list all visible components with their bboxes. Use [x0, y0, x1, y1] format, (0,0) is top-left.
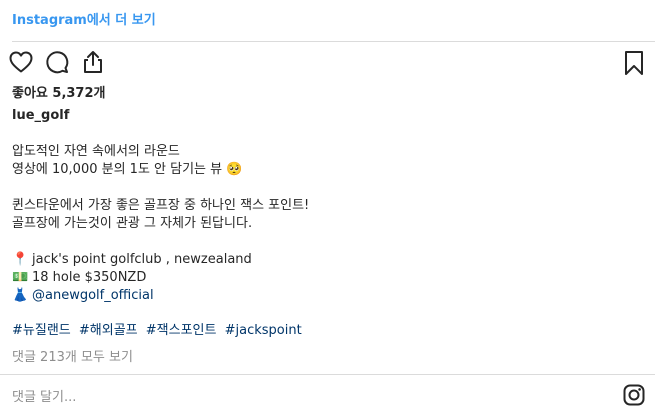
hashtags: #뉴질랜드 #해외골프 #잭스포인트 #jackspoint [12, 322, 306, 340]
caption-line: 퀸스타운에서 가장 좋은 골프장 중 하나인 잭스 포인트! [12, 198, 310, 213]
price-text: 18 hole $350NZD [32, 270, 147, 285]
view-all-comments-link[interactable]: 댓글 213개 모두 보기 [12, 346, 133, 365]
caption: 압도적인 자연 속에서의 라운드 영상에 10,000 분의 1도 안 담기는 … [12, 143, 635, 305]
caption-line: 영상에 10,000 분의 1도 안 담기는 뷰 🥺 [12, 162, 243, 177]
comment-divider [0, 374, 655, 375]
hashtag-link[interactable]: #뉴질랜드 [12, 323, 71, 338]
heart-icon[interactable] [8, 49, 34, 75]
header-divider [12, 41, 655, 42]
hashtag-link[interactable]: #jackspoint [225, 323, 302, 338]
location-line: 📍 jack's point golfclub , newzealand [12, 251, 635, 269]
hashtag-link[interactable]: #해외골프 [79, 323, 138, 338]
share-icon[interactable] [80, 49, 106, 75]
price-line: 💵 18 hole $350NZD [12, 269, 635, 287]
caption-line: 압도적인 자연 속에서의 라운드 [12, 144, 180, 159]
hashtag-link[interactable]: #잭스포인트 [146, 323, 217, 338]
mention-link[interactable]: @anewgolf_official [32, 288, 154, 303]
like-count[interactable]: 좋아요 5,372개 [12, 82, 106, 101]
caption-line: 골프장에 가는것이 관광 그 자체가 된답니다. [12, 216, 253, 231]
money-icon: 💵 [12, 270, 29, 285]
location-text: jack's point golfclub , newzealand [32, 252, 252, 267]
pin-icon: 📍 [12, 252, 29, 267]
comment-icon[interactable] [44, 49, 70, 75]
comment-input[interactable] [12, 387, 592, 407]
dress-icon: 👗 [12, 288, 29, 303]
view-on-instagram-link[interactable]: Instagram에서 더 보기 [12, 9, 156, 28]
mention-line: 👗 @anewgolf_official [12, 287, 635, 305]
bookmark-icon[interactable] [623, 50, 645, 76]
action-bar [8, 49, 106, 75]
username[interactable]: lue_golf [12, 108, 69, 123]
instagram-icon[interactable] [623, 384, 645, 406]
